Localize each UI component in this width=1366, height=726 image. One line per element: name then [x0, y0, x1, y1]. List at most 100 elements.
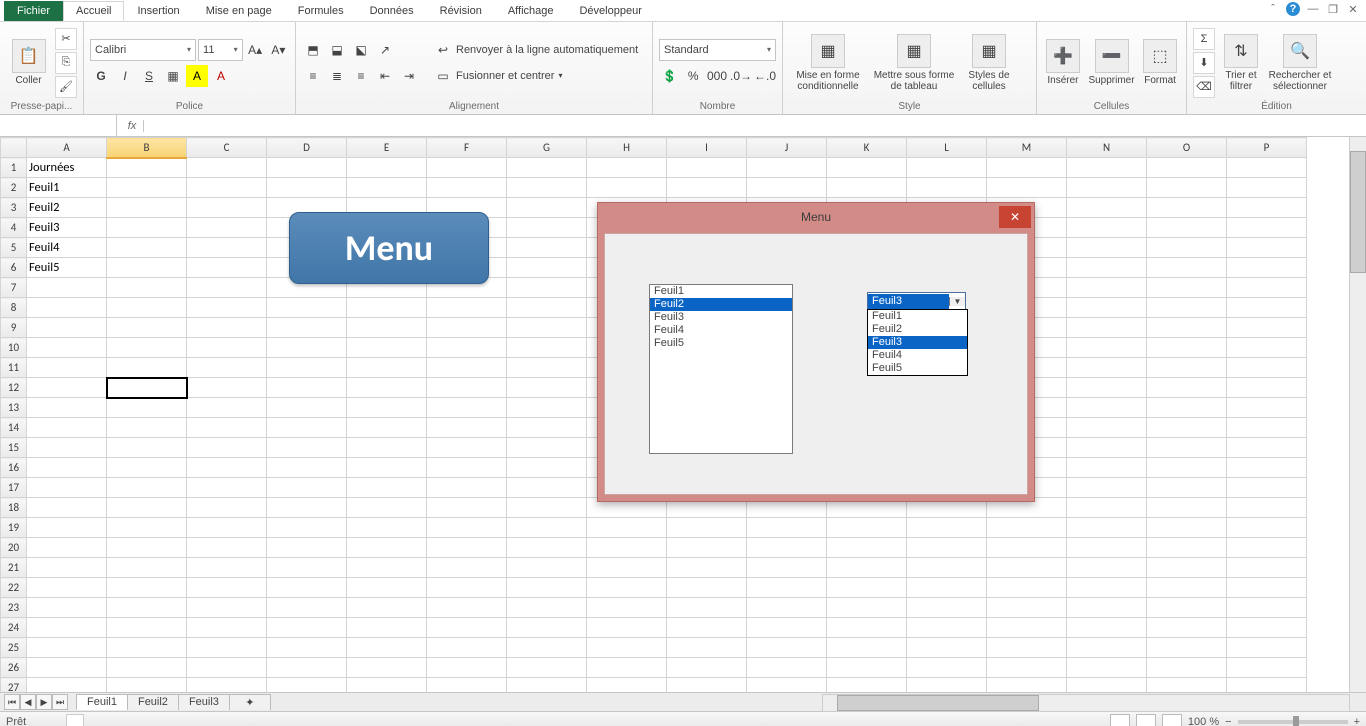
cell-P19[interactable] — [1227, 518, 1307, 538]
cell-O7[interactable] — [1147, 278, 1227, 298]
cell-B24[interactable] — [107, 618, 187, 638]
cell-A22[interactable] — [27, 578, 107, 598]
autosum-button[interactable]: Σ — [1193, 28, 1215, 50]
cell-G27[interactable] — [507, 678, 587, 693]
cell-A4[interactable]: Feuil3 — [27, 218, 107, 238]
name-box[interactable] — [0, 115, 117, 136]
cell-F25[interactable] — [427, 638, 507, 658]
currency-button[interactable]: 💲 — [659, 65, 681, 87]
cell-K25[interactable] — [827, 638, 907, 658]
cell-I22[interactable] — [667, 578, 747, 598]
cell-A17[interactable] — [27, 478, 107, 498]
thousands-button[interactable]: 000 — [706, 65, 728, 87]
cell-H1[interactable] — [587, 158, 667, 178]
cell-styles-button[interactable]: ▦Styles de cellules — [961, 30, 1017, 96]
cell-L24[interactable] — [907, 618, 987, 638]
cell-B8[interactable] — [107, 298, 187, 318]
row-header-20[interactable]: 20 — [1, 538, 27, 558]
cell-D2[interactable] — [267, 178, 347, 198]
font-color-button[interactable]: A — [210, 65, 232, 87]
cell-E12[interactable] — [347, 378, 427, 398]
cell-D16[interactable] — [267, 458, 347, 478]
cell-F20[interactable] — [427, 538, 507, 558]
cell-I19[interactable] — [667, 518, 747, 538]
cell-E11[interactable] — [347, 358, 427, 378]
sheet-tab[interactable]: Feuil1 — [76, 694, 128, 710]
row-header-21[interactable]: 21 — [1, 558, 27, 578]
cell-C3[interactable] — [187, 198, 267, 218]
cell-C11[interactable] — [187, 358, 267, 378]
cell-G11[interactable] — [507, 358, 587, 378]
cell-C8[interactable] — [187, 298, 267, 318]
cell-P20[interactable] — [1227, 538, 1307, 558]
chevron-up-icon[interactable]: ˆ — [1266, 2, 1280, 16]
cell-N15[interactable] — [1067, 438, 1147, 458]
wrap-text-button[interactable]: Renvoyer à la ligne automatiquement — [456, 44, 638, 56]
cell-M21[interactable] — [987, 558, 1067, 578]
cell-C19[interactable] — [187, 518, 267, 538]
cell-G6[interactable] — [507, 258, 587, 278]
cell-D20[interactable] — [267, 538, 347, 558]
cell-N24[interactable] — [1067, 618, 1147, 638]
row-header-25[interactable]: 25 — [1, 638, 27, 658]
underline-button[interactable]: S — [138, 65, 160, 87]
cell-M22[interactable] — [987, 578, 1067, 598]
cell-C13[interactable] — [187, 398, 267, 418]
cell-D24[interactable] — [267, 618, 347, 638]
row-header-12[interactable]: 12 — [1, 378, 27, 398]
cell-C25[interactable] — [187, 638, 267, 658]
sheet-nav-prev[interactable]: ◀ — [20, 694, 36, 710]
cell-K2[interactable] — [827, 178, 907, 198]
cell-J21[interactable] — [747, 558, 827, 578]
listbox-item[interactable]: Feuil2 — [650, 298, 792, 311]
cell-C24[interactable] — [187, 618, 267, 638]
cell-D10[interactable] — [267, 338, 347, 358]
cell-A20[interactable] — [27, 538, 107, 558]
cell-F12[interactable] — [427, 378, 507, 398]
col-header-J[interactable]: J — [747, 138, 827, 158]
col-header-A[interactable]: A — [27, 138, 107, 158]
row-header-17[interactable]: 17 — [1, 478, 27, 498]
cell-N20[interactable] — [1067, 538, 1147, 558]
cell-N14[interactable] — [1067, 418, 1147, 438]
row-header-22[interactable]: 22 — [1, 578, 27, 598]
align-top-button[interactable]: ⬒ — [302, 39, 324, 61]
cell-O11[interactable] — [1147, 358, 1227, 378]
cell-C16[interactable] — [187, 458, 267, 478]
shrink-font-button[interactable]: A▾ — [268, 39, 289, 61]
row-header-6[interactable]: 6 — [1, 258, 27, 278]
cell-B19[interactable] — [107, 518, 187, 538]
cell-P13[interactable] — [1227, 398, 1307, 418]
cell-D23[interactable] — [267, 598, 347, 618]
cell-F23[interactable] — [427, 598, 507, 618]
cell-G21[interactable] — [507, 558, 587, 578]
cell-F18[interactable] — [427, 498, 507, 518]
listbox-item[interactable]: Feuil1 — [650, 285, 792, 298]
cell-D22[interactable] — [267, 578, 347, 598]
zoom-out-button[interactable]: − — [1225, 716, 1231, 726]
cell-G18[interactable] — [507, 498, 587, 518]
align-right-button[interactable]: ≡ — [350, 65, 372, 87]
cell-N4[interactable] — [1067, 218, 1147, 238]
cell-N2[interactable] — [1067, 178, 1147, 198]
sort-filter-button[interactable]: ⇅Trier et filtrer — [1219, 30, 1263, 96]
cell-M24[interactable] — [987, 618, 1067, 638]
row-header-19[interactable]: 19 — [1, 518, 27, 538]
cell-D18[interactable] — [267, 498, 347, 518]
view-layout-button[interactable] — [1136, 714, 1156, 726]
cell-I24[interactable] — [667, 618, 747, 638]
decrease-indent-button[interactable]: ⇤ — [374, 65, 396, 87]
col-header-K[interactable]: K — [827, 138, 907, 158]
cell-B27[interactable] — [107, 678, 187, 693]
cell-C20[interactable] — [187, 538, 267, 558]
col-header-L[interactable]: L — [907, 138, 987, 158]
tab-insert[interactable]: Insertion — [124, 1, 192, 21]
cell-B11[interactable] — [107, 358, 187, 378]
view-pagebreak-button[interactable] — [1162, 714, 1182, 726]
cell-C27[interactable] — [187, 678, 267, 693]
cell-E27[interactable] — [347, 678, 427, 693]
cell-L25[interactable] — [907, 638, 987, 658]
cell-J22[interactable] — [747, 578, 827, 598]
cell-P7[interactable] — [1227, 278, 1307, 298]
cell-N21[interactable] — [1067, 558, 1147, 578]
